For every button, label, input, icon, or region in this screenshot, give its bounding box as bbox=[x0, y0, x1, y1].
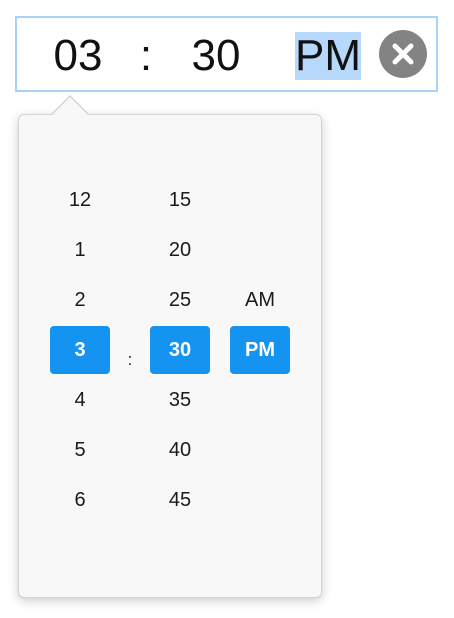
hour-option[interactable]: 5 bbox=[50, 426, 110, 474]
minute-option[interactable]: 30 bbox=[150, 326, 210, 374]
meridiem-option[interactable]: PM bbox=[230, 326, 290, 374]
hour-option[interactable]: 12 bbox=[50, 176, 110, 224]
minute-option[interactable]: 25 bbox=[150, 276, 210, 324]
time-picker-popover: 12 1 2 3 4 5 6 : 15 20 25 30 35 40 45 AM PM bbox=[18, 95, 322, 598]
time-picker-widget: 03 : 30 PM 12 1 2 3 4 5 6 : 15 20 25 30 35 40 45 AM P… bbox=[0, 0, 454, 618]
time-input[interactable]: 03 : 30 PM bbox=[15, 16, 438, 92]
hour-column[interactable]: 12 1 2 3 4 5 6 bbox=[50, 176, 110, 526]
hour-option[interactable]: 6 bbox=[50, 476, 110, 524]
meridiem-column[interactable]: AM PM bbox=[230, 276, 290, 376]
minute-option[interactable]: 45 bbox=[150, 476, 210, 524]
meridiem-segment[interactable]: PM bbox=[295, 32, 361, 80]
hour-option[interactable]: 4 bbox=[50, 376, 110, 424]
time-separator: : bbox=[139, 31, 153, 80]
close-circle-icon bbox=[392, 43, 414, 65]
hour-option[interactable]: 3 bbox=[50, 326, 110, 374]
hour-option[interactable]: 2 bbox=[50, 276, 110, 324]
minute-option[interactable]: 40 bbox=[150, 426, 210, 474]
minute-option[interactable]: 35 bbox=[150, 376, 210, 424]
minute-column[interactable]: 15 20 25 30 35 40 45 bbox=[150, 176, 210, 526]
hour-segment[interactable]: 03 bbox=[49, 32, 107, 80]
hour-option[interactable]: 1 bbox=[50, 226, 110, 274]
minute-option[interactable]: 20 bbox=[150, 226, 210, 274]
minute-segment[interactable]: 30 bbox=[187, 32, 245, 80]
minute-option[interactable]: 15 bbox=[150, 176, 210, 224]
picker-separator: : bbox=[127, 350, 133, 369]
meridiem-option[interactable]: AM bbox=[230, 276, 290, 324]
clear-button[interactable] bbox=[379, 30, 427, 78]
